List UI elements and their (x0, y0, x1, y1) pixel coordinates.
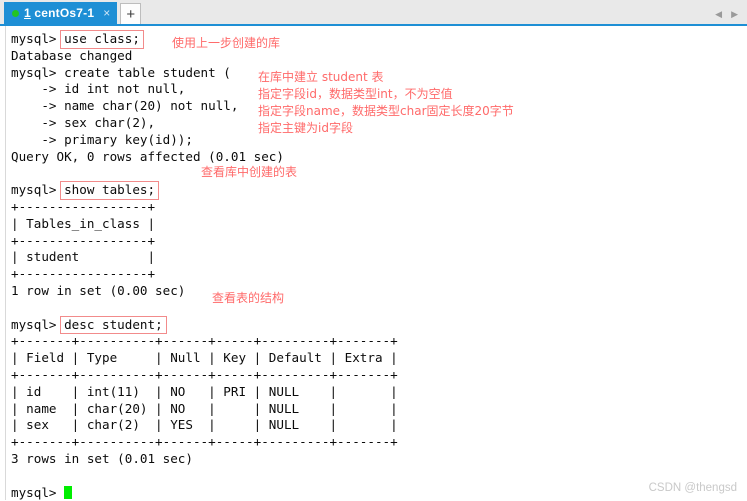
annotation-note: 指定主键为id字段 (258, 121, 353, 135)
annotation-note: 查看库中创建的表 (201, 165, 298, 179)
connection-status-dot (12, 9, 19, 17)
terminal-output-line: 1 row in set (0.00 sec) (11, 282, 186, 298)
terminal-output-line: Query OK, 0 rows affected (0.01 sec) (11, 148, 284, 164)
terminal-output-line: +-------+----------+------+-----+-------… (11, 434, 398, 450)
terminal-output-line: +-------+----------+------+-----+-------… (11, 366, 398, 382)
annotation-note: 指定字段name，数据类型char固定长度20字节 (258, 104, 514, 118)
terminal-output-line: +-----------------+ (11, 232, 156, 248)
tab-number: 1 (24, 6, 31, 20)
terminal-line: mysql> show tables; (11, 182, 747, 199)
text-cursor (64, 485, 73, 499)
shell-prompt: mysql> (11, 31, 65, 46)
shell-prompt: mysql> (11, 316, 65, 332)
terminal-line: mysql> use class; (11, 31, 747, 48)
highlighted-command: desc student; (61, 317, 166, 334)
command-text: create table student ( (64, 64, 231, 80)
terminal-tab-centos7-1[interactable]: 1 centOs7-1 × (4, 2, 118, 24)
annotation-note: 指定字段id，数据类型int，不为空值 (258, 87, 453, 101)
new-tab-button[interactable]: + (120, 3, 142, 24)
terminal-output-line: | student | (11, 249, 156, 265)
annotation-note: 使用上一步创建的库 (172, 36, 281, 50)
terminal-output-line: +-----------------+ (11, 266, 156, 282)
shell-prompt: mysql> (11, 182, 65, 198)
terminal-output-line: | sex | char(2) | YES | | NULL | | (11, 417, 398, 433)
terminal-output-line: | Tables_in_class | (11, 215, 156, 231)
tab-bar: 1 centOs7-1 × + ◀ ▶ (0, 0, 747, 26)
terminal-panel[interactable]: mysql> use class; Database changed mysql> … (0, 26, 747, 500)
terminal-output-line: Database changed (11, 47, 133, 63)
terminal-line: mysql> desc student; (11, 317, 747, 334)
shell-prompt: mysql> (11, 484, 65, 500)
scroll-right-icon[interactable]: ▶ (731, 10, 738, 19)
scroll-left-icon[interactable]: ◀ (715, 10, 722, 19)
highlighted-command: use class; (61, 31, 143, 48)
tab-title: centOs7-1 (30, 6, 95, 20)
tab-label: 1 centOs7-1 (24, 6, 94, 20)
terminal-output-line: | Field | Type | Null | Key | Default | … (11, 350, 398, 366)
terminal-output-line: | name | char(20) | NO | | NULL | | (11, 400, 398, 416)
watermark: CSDN @thengsd (648, 482, 737, 494)
terminal-output-line: 3 rows in set (0.01 sec) (11, 450, 193, 466)
close-icon[interactable]: × (103, 6, 110, 20)
terminal-line: mysql> (11, 485, 747, 501)
highlighted-command: show tables; (61, 182, 158, 199)
annotation-note: 查看表的结构 (212, 291, 285, 305)
terminal-output-line: +-------+----------+------+-----+-------… (11, 333, 398, 349)
terminal-output-line: | id | int(11) | NO | PRI | NULL | | (11, 383, 398, 399)
tab-scroll-controls: ◀ ▶ (715, 10, 738, 19)
shell-prompt: mysql> (11, 64, 65, 80)
terminal-left-gutter (5, 26, 6, 500)
terminal-output: mysql> use class; Database changed mysql> … (11, 31, 747, 501)
annotation-note: 在库中建立 student 表 (258, 70, 384, 84)
terminal-output-line: +-----------------+ (11, 198, 156, 214)
terminal-output-line: -> primary key(id)); (11, 131, 193, 147)
